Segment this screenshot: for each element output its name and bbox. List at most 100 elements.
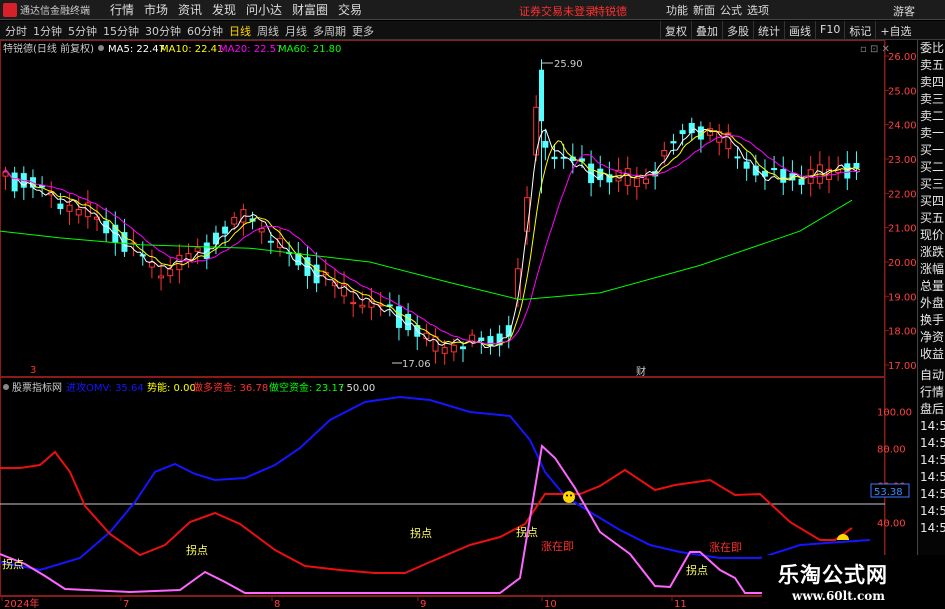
price-tick-label: 22.00 — [888, 189, 917, 200]
tab-weekly[interactable]: 周线 — [254, 23, 282, 39]
quote-panel: 委比 卖五 卖四 卖三 卖二 卖一 买一 买二 买三 买四 买五 现价 涨跌 涨幅 总量 外盘 换手 净资 收益 自动… — [917, 40, 945, 609]
panel-controls[interactable]: ▫ ⊡ ✕ — [860, 44, 890, 55]
menu-item-gongshi[interactable]: 公式 — [720, 2, 747, 18]
candle-body — [441, 347, 448, 354]
time-tick-label: 9 — [420, 599, 426, 609]
chart-background — [0, 40, 917, 609]
kline-title: 特锐德(日线 前复权) — [3, 42, 94, 55]
candle-body — [450, 344, 457, 353]
indicator-settings-icon[interactable] — [3, 384, 9, 390]
signal-guaidian-1: 拐点 — [2, 557, 24, 571]
tab-multi-period[interactable]: 多周期 — [310, 23, 349, 39]
menu-item-wenxiaoda[interactable]: 问小达 — [246, 1, 292, 18]
quote-label: 14:50 — [920, 487, 945, 501]
candle-body — [158, 275, 165, 279]
candle-body — [542, 140, 549, 148]
price-tick-label: 19.00 — [888, 292, 917, 303]
candle-body — [478, 337, 485, 341]
tab-1min[interactable]: 1分钟 — [30, 23, 65, 39]
price-tick-label: 18.00 — [888, 327, 917, 338]
quote-label: 净资 — [920, 330, 945, 344]
quote-label: 自动 — [920, 368, 945, 382]
menu-item-xuanxiang[interactable]: 选项 — [747, 2, 774, 18]
quote-label: 14:50 — [920, 504, 945, 518]
candle-body — [222, 226, 229, 234]
menu-item-zixun[interactable]: 资讯 — [178, 1, 212, 18]
tab-60min[interactable]: 60分钟 — [184, 23, 226, 39]
quote-label: 14:50 — [920, 470, 945, 484]
quote-label: 14:50 — [920, 521, 945, 535]
menu-item-hangqing[interactable]: 行情 — [110, 1, 144, 18]
signal-zhangzai-1: 涨在即 — [541, 540, 574, 553]
tab-daily[interactable]: 日线 — [226, 23, 254, 39]
draw-line-button[interactable]: 画线 — [784, 21, 815, 41]
ma20-label: MA20: 22.57 — [219, 44, 282, 55]
candle-body — [75, 209, 82, 216]
finance-event-mark[interactable]: 财 — [636, 365, 646, 378]
overlay-button[interactable]: 叠加 — [691, 21, 722, 41]
login-status[interactable]: 证券交易未登录 — [519, 3, 596, 19]
indicator-jincang: 进攻OMV: 35.64 — [66, 381, 144, 394]
menu-item-shichang[interactable]: 市场 — [144, 1, 178, 18]
price-tick-label: 25.00 — [888, 86, 917, 97]
quote-label: 行情 — [920, 385, 945, 399]
price-tick-label: 17.00 — [888, 361, 917, 372]
quote-label: 14:50 — [920, 453, 945, 467]
signal-guaidian-2: 拐点 — [186, 543, 208, 557]
tab-30min[interactable]: 30分钟 — [142, 23, 184, 39]
app-logo-icon — [3, 2, 17, 17]
candle-body — [57, 203, 64, 210]
tab-monthly[interactable]: 月线 — [282, 23, 310, 39]
indicator-kongfang: 做空资金: 23.17 — [269, 381, 344, 394]
f10-button[interactable]: F10 — [815, 21, 844, 41]
candle-body — [624, 168, 631, 186]
guest-user[interactable]: 游客 — [893, 3, 915, 19]
period-toolbar: 分时 1分钟 5分钟 15分钟 30分钟 60分钟 日线 周线 月线 多周期 更… — [0, 21, 945, 41]
chart-canvas[interactable]: 特锐德(日线 前复权) MA5: 22.47 MA10: 22.41 MA20:… — [0, 40, 917, 609]
signal-zhangzai-2: 涨在即 — [709, 541, 742, 554]
candle-body — [11, 172, 18, 192]
mark-button[interactable]: 标记 — [844, 21, 875, 41]
candle-body — [670, 141, 677, 144]
watermark-url: www.60lt.com — [792, 589, 885, 603]
candle-body — [386, 304, 393, 307]
statistics-button[interactable]: 统计 — [753, 21, 784, 41]
signal-guaidian-5: 拐点 — [686, 563, 708, 577]
candle-body — [176, 254, 183, 271]
quote-label: 委比 — [920, 41, 945, 55]
quote-label: 卖三 — [920, 92, 945, 106]
smiley-signal-icon — [563, 491, 575, 503]
event-mark[interactable]: 3 — [30, 365, 36, 376]
quote-label: 涨跌 — [920, 245, 945, 259]
quote-label: 外盘 — [920, 296, 945, 310]
tab-more[interactable]: 更多 — [349, 23, 377, 39]
candle-body — [460, 346, 466, 350]
tab-5min[interactable]: 5分钟 — [65, 23, 100, 39]
time-tick-label: 7 — [123, 599, 129, 609]
tab-fenshi[interactable]: 分时 — [2, 23, 30, 39]
settings-icon[interactable] — [98, 45, 104, 51]
indicator-shineng: 势能: 0.00 — [147, 381, 196, 394]
menu-item-gongneng[interactable]: 功能 — [666, 2, 693, 18]
menu-item-caifuquan[interactable]: 财富圈 — [292, 1, 338, 18]
app-title: 通达信金融终端 — [20, 6, 90, 17]
quote-label: 买三 — [920, 177, 945, 191]
ma10-label: MA10: 22.41 — [160, 44, 223, 55]
quote-label: 换手 — [920, 313, 945, 327]
candle-body — [551, 156, 558, 160]
indicator-ref: : 50.00 — [340, 383, 375, 394]
fuquan-button[interactable]: 复权 — [660, 21, 691, 41]
quote-label: 买二 — [920, 160, 945, 174]
smiley-eye-right — [570, 494, 572, 497]
menu-item-faxian[interactable]: 发现 — [212, 1, 246, 18]
candle-body — [194, 247, 201, 252]
multi-stock-button[interactable]: 多股 — [722, 21, 753, 41]
signal-guaidian-4: 拐点 — [516, 525, 538, 539]
candle-body — [2, 171, 9, 177]
add-watchlist-button[interactable]: +自选 — [875, 21, 915, 41]
quote-label: 总量 — [920, 279, 945, 293]
high-price-label: 25.90 — [554, 59, 583, 70]
menu-item-xinmian[interactable]: 新面 — [693, 2, 720, 18]
tab-15min[interactable]: 15分钟 — [100, 23, 142, 39]
menu-item-jiaoyi[interactable]: 交易 — [338, 1, 372, 18]
